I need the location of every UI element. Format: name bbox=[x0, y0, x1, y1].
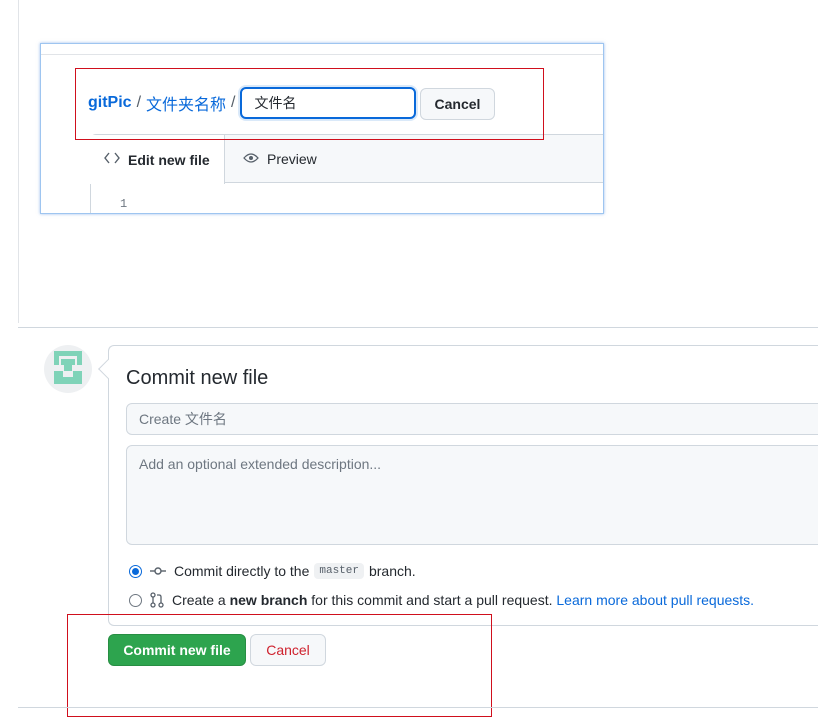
eye-icon bbox=[243, 152, 259, 167]
commit-new-branch-radio[interactable] bbox=[129, 593, 142, 607]
option-text: Commit directly to the bbox=[174, 563, 310, 579]
commit-new-file-button[interactable]: Commit new file bbox=[108, 634, 246, 666]
breadcrumb-separator: / bbox=[231, 94, 236, 111]
commit-summary-input[interactable] bbox=[126, 403, 818, 435]
breadcrumb: gitPic / 文件夹名称 / bbox=[88, 86, 417, 120]
commit-direct-option[interactable]: Commit directly to the master branch. bbox=[129, 561, 416, 581]
commit-direct-radio[interactable] bbox=[129, 564, 142, 578]
git-pull-request-icon bbox=[150, 592, 164, 608]
branch-name: master bbox=[314, 563, 364, 579]
tab-edit-new-file[interactable]: Edit new file bbox=[90, 135, 225, 184]
tab-preview[interactable]: Preview bbox=[243, 135, 317, 183]
page-left-border bbox=[18, 0, 19, 323]
git-commit-icon bbox=[150, 566, 166, 576]
cancel-button[interactable]: Cancel bbox=[250, 634, 326, 666]
commit-new-branch-option[interactable]: Create a new branch for this commit and … bbox=[129, 590, 754, 610]
option-text: branch. bbox=[368, 563, 416, 579]
tab-label: Edit new file bbox=[128, 151, 210, 168]
commit-form: Commit new file Commit directly to the m… bbox=[98, 345, 818, 626]
commit-form-title: Commit new file bbox=[126, 367, 269, 389]
tab-label: Preview bbox=[267, 151, 317, 167]
tabs-header: Edit new file Preview bbox=[90, 135, 603, 184]
section-divider bbox=[18, 327, 818, 328]
divider bbox=[41, 54, 603, 55]
editor-screenshot-panel: gitPic / 文件夹名称 / Cancel Edit new file Pr… bbox=[40, 43, 604, 214]
line-number: 1 bbox=[120, 197, 128, 211]
option-text: for this commit and start a pull request… bbox=[311, 592, 553, 608]
identicon-icon bbox=[54, 351, 82, 384]
caret bbox=[98, 359, 118, 379]
editor-tabs: Edit new file Preview 1 bbox=[90, 134, 603, 213]
avatar[interactable] bbox=[44, 345, 92, 393]
breadcrumb-separator: / bbox=[136, 94, 142, 111]
breadcrumb-folder-link[interactable]: 文件夹名称 bbox=[146, 91, 226, 115]
filename-input[interactable] bbox=[240, 87, 417, 119]
section-divider bbox=[18, 707, 818, 708]
breadcrumb-repo-link[interactable]: gitPic bbox=[88, 94, 132, 112]
commit-description-input[interactable] bbox=[126, 445, 818, 545]
option-text: Create a bbox=[172, 592, 226, 608]
learn-more-pull-requests-link[interactable]: Learn more about pull requests. bbox=[556, 592, 754, 608]
option-text-bold: new branch bbox=[229, 592, 308, 608]
code-icon bbox=[104, 152, 120, 167]
cancel-edit-button[interactable]: Cancel bbox=[420, 88, 495, 120]
